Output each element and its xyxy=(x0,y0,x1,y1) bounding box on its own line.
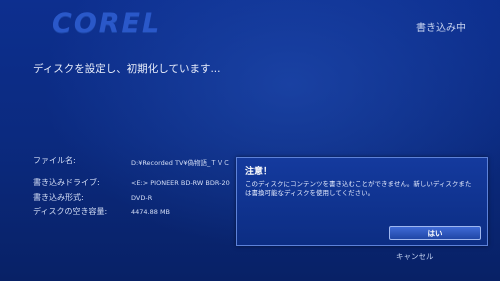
drive-value: <E:> PIONEER BD-RW BDR-20 xyxy=(131,179,230,187)
file-name-value: D:¥Recorded TV¥偽物語_ＴＶＣ xyxy=(131,159,230,167)
free-space-label: ディスクの空き容量: xyxy=(33,207,108,216)
drive-label: 書き込みドライブ: xyxy=(33,178,100,187)
free-space-value: 4474.88 MB xyxy=(131,208,171,216)
corel-logo: COREL xyxy=(52,8,162,39)
format-label: 書き込み形式: xyxy=(33,193,84,202)
dialog-message: このディスクにコンテンツを書き込むことができません。新しいディスクまたは書換可能… xyxy=(245,180,472,197)
cancel-button[interactable]: キャンセル xyxy=(396,251,434,262)
status-text: 書き込み中 xyxy=(416,23,466,34)
file-name-label: ファイル名: xyxy=(33,156,76,165)
progress-heading: ディスクを設定し、初期化しています... xyxy=(33,63,221,75)
warning-dialog: 注意！ このディスクにコンテンツを書き込むことができません。新しいディスクまたは… xyxy=(236,157,488,246)
ok-button[interactable]: はい xyxy=(389,226,481,240)
format-value: DVD-R xyxy=(131,194,153,202)
dialog-title: 注意！ xyxy=(245,167,273,177)
